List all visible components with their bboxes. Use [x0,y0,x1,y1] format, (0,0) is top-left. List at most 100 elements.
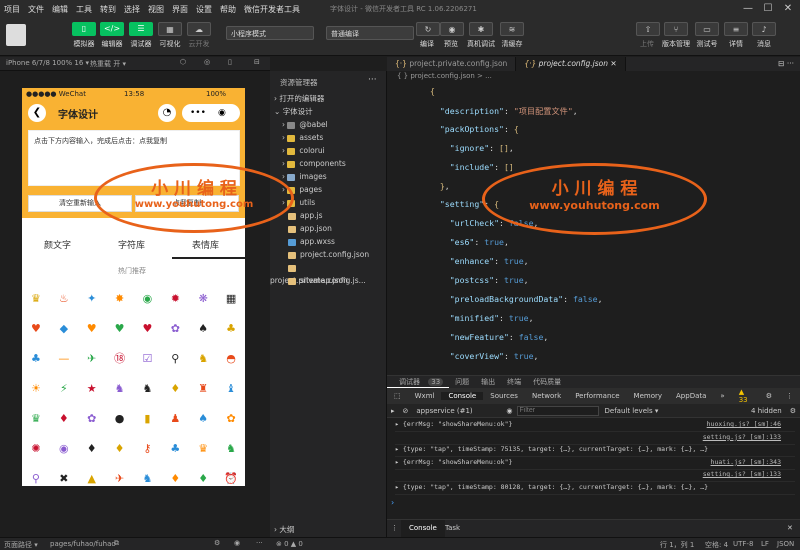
tab-appdata[interactable]: AppData [669,392,713,400]
emoji-item[interactable]: ♦ [196,472,210,486]
outline-section[interactable]: › 大纲 [270,523,387,536]
file-item[interactable]: app.js [270,209,387,222]
emoji-item[interactable]: ⚲ [168,352,182,366]
tab-emoji[interactable]: 表情库 [192,238,219,251]
emoji-item[interactable]: ★ [85,382,99,396]
log-entry[interactable]: setting.js? [sm]:133 [395,470,795,482]
emoji-item[interactable]: ♜ [196,382,210,396]
emoji-item[interactable]: ♞ [140,472,154,486]
emoji-item[interactable]: ✦ [85,292,99,306]
emoji-item[interactable]: ♞ [196,352,210,366]
emoji-item[interactable]: ✿ [168,322,182,336]
phone-icon[interactable]: ▯ [228,58,232,66]
file-item[interactable]: project.config.json [270,248,387,261]
emoji-item[interactable]: ♣ [29,352,43,366]
split-editor-icon[interactable]: ⊟ ··· [772,57,800,71]
language[interactable]: JSON [777,540,794,548]
log-source-link[interactable]: huoxing.js? [sm]:46 [707,420,781,428]
tab-project-config[interactable]: {·} project.config.json ✕ [516,57,626,71]
menu-select[interactable]: 选择 [120,4,144,15]
file-item[interactable]: app.json [270,222,387,235]
emoji-item[interactable]: ✖ [57,472,71,486]
remote-debug-button[interactable]: ✱ 真机调试 [464,22,498,49]
target-icon[interactable]: ◉ [218,108,226,118]
record-icon[interactable]: ◎ [204,58,210,66]
tab-task[interactable]: Task [445,524,460,532]
emoji-item[interactable]: ♠ [196,322,210,336]
emoji-item[interactable]: ✺ [29,442,43,456]
open-editors[interactable]: › 打开的编辑器 [270,92,387,105]
messages-button[interactable]: ♪ 消息 [752,22,776,49]
mode-select[interactable]: 小程序模式 [226,26,314,40]
device-select[interactable]: iPhone 6/7/8 100% 16 ▾ [6,59,89,67]
tab-symbols[interactable]: 字符库 [118,238,145,251]
preview-button[interactable]: ◉ 预览 [440,22,464,49]
emoji-item[interactable]: ▮ [140,412,154,426]
emoji-item[interactable]: ▲ [85,472,99,486]
emoji-item[interactable]: ♞ [224,442,238,456]
emoji-item[interactable]: ♦ [168,472,182,486]
emoji-item[interactable]: ⚷ [140,442,154,456]
emoji-item[interactable]: ✿ [224,412,238,426]
emoji-item[interactable]: ⚲ [29,472,43,486]
emoji-item[interactable]: ♛ [29,412,43,426]
menu-help[interactable]: 帮助 [216,4,240,15]
log-entry[interactable]: ▸ {type: "tap", timeStamp: 80128, target… [395,483,795,495]
tab-memory[interactable]: Memory [627,392,669,400]
emoji-item[interactable]: ♥ [29,322,43,336]
folder-item[interactable]: › colorui [270,144,387,157]
close-icon[interactable]: ✕ [780,1,796,17]
emoji-item[interactable]: ♝ [224,382,238,396]
debugger-button[interactable]: ☰ 调试器 [127,22,155,49]
emoji-item[interactable]: ♛ [29,292,43,306]
close-drawer-icon[interactable]: ✕ [787,524,793,532]
emoji-item[interactable]: ◉ [140,292,154,306]
file-item[interactable]: app.wxss [270,235,387,248]
editor-button[interactable]: </> 编辑器 [98,22,126,49]
test-account-button[interactable]: ▭ 测试号 [694,22,720,49]
tab-problems[interactable]: 问题 [449,377,475,387]
close-tab-icon[interactable]: ✕ [610,59,616,68]
eye-icon[interactable]: ◉ [234,539,240,547]
emoji-item[interactable]: ♥ [113,322,127,336]
eye-icon[interactable]: ◉ [502,407,516,415]
back-icon[interactable]: ❮ [28,104,46,122]
details-button[interactable]: ≡ 详情 [724,22,748,49]
visual-button[interactable]: ▦ 可视化 [156,22,184,49]
clear-console-icon[interactable]: ⊘ [399,407,413,415]
menu-file[interactable]: 文件 [24,4,48,15]
file-item[interactable]: sitemap.json [270,274,387,287]
emoji-item[interactable]: ♦ [113,442,127,456]
cursor-position[interactable]: 行 1，列 1 [660,540,694,550]
project-folder[interactable]: ⌄ 字体设计 [270,105,387,118]
emoji-item[interactable]: ✈ [85,352,99,366]
emoji-item[interactable]: ♣ [168,442,182,456]
tab-sources[interactable]: Sources [483,392,525,400]
emoji-item[interactable]: ⏰ [224,472,238,486]
rotate-icon[interactable]: ⬡ [180,58,186,66]
menu-goto[interactable]: 转到 [96,4,120,15]
error-count[interactable]: ⊗ 0 ▲ 0 [276,540,303,548]
more-icon[interactable]: ··· [368,75,377,85]
page-path-label[interactable]: 页面路径 ▾ [4,540,38,550]
upload-button[interactable]: ⇧ 上传 [636,22,660,49]
emoji-item[interactable]: — [57,352,71,366]
capsule-menu[interactable]: ••• ◉ [182,104,240,122]
version-button[interactable]: ⑂ 版本管理 [660,22,692,49]
emoji-item[interactable]: ♦ [168,382,182,396]
log-source-link[interactable]: huati.js? [sm]:343 [711,458,781,466]
more-icon[interactable]: ••• [190,108,206,118]
menu-devtools[interactable]: 微信开发者工具 [240,4,304,15]
log-entry[interactable]: ▸ {type: "tap", timeStamp: 75135, target… [395,445,795,457]
emoji-item[interactable]: ♣ [224,322,238,336]
log-source-link[interactable]: setting.js? [sm]:133 [703,433,781,441]
emoji-item[interactable]: ♦ [85,442,99,456]
emoji-item[interactable]: ◓ [224,352,238,366]
emoji-item[interactable]: ✿ [85,412,99,426]
tab-network[interactable]: Network [525,392,568,400]
inspect-icon[interactable]: ⬚ [387,392,408,400]
emoji-item[interactable]: ☑ [140,352,154,366]
menu-settings[interactable]: 设置 [192,4,216,15]
settings-icon[interactable]: ⚙ [786,407,800,415]
emoji-item[interactable]: ◆ [57,322,71,336]
